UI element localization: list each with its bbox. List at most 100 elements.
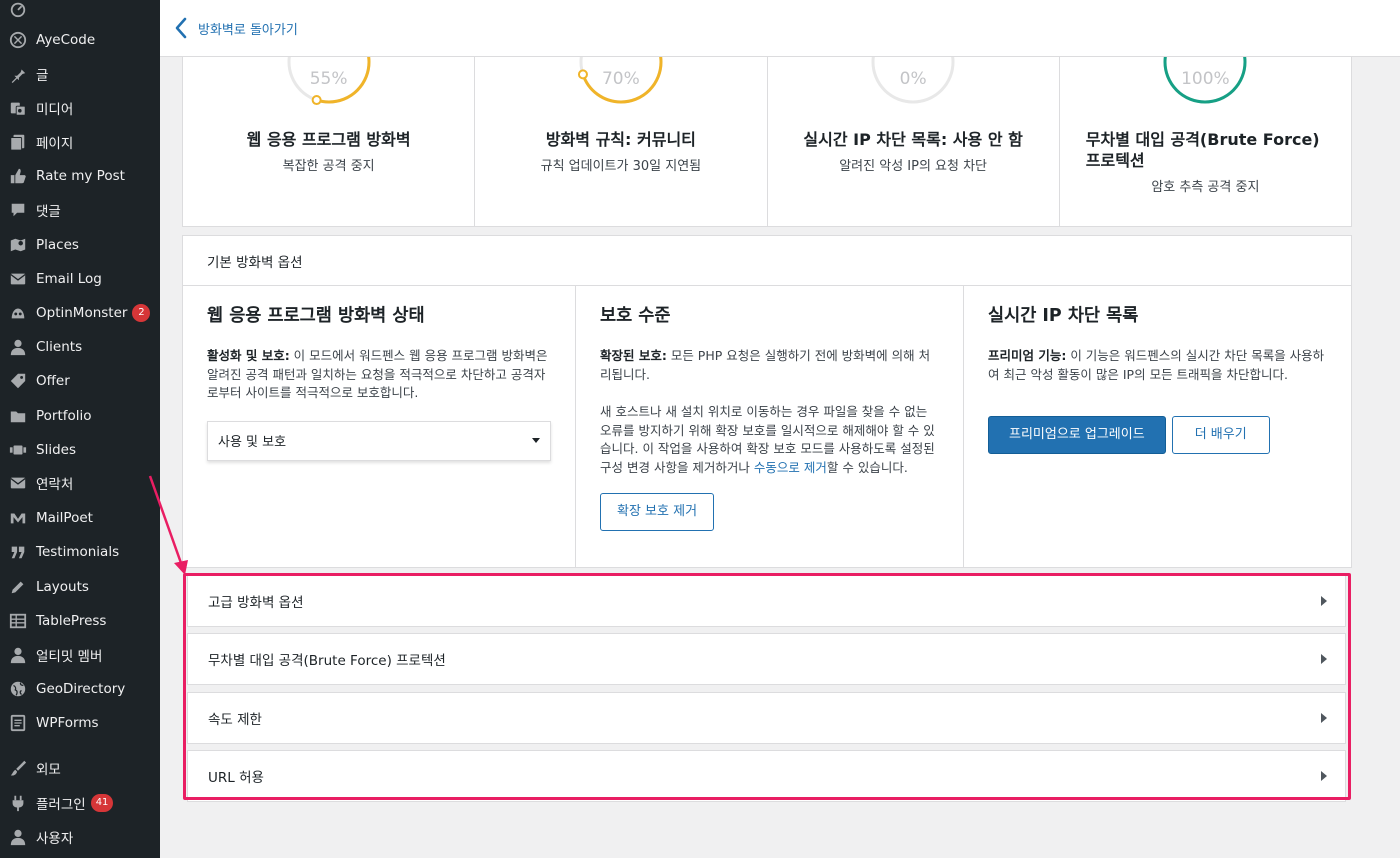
stat-subtitle: 알려진 악성 IP의 요청 차단 bbox=[839, 159, 988, 174]
pencil-icon bbox=[8, 577, 28, 597]
sidebar-item[interactable]: WPForms bbox=[0, 706, 160, 740]
progress-percent: 55% bbox=[309, 69, 348, 89]
protection-level-title: 보호 수준 bbox=[600, 306, 671, 326]
progress-ring: 70% bbox=[574, 57, 668, 109]
sidebar-item-label: Portfolio bbox=[36, 408, 92, 424]
progress-percent: 0% bbox=[899, 69, 927, 89]
sidebar-item[interactable]: OptinMonster 2 bbox=[0, 296, 160, 330]
waf-status-desc-bold: 활성화 및 보호: bbox=[207, 348, 290, 363]
protection-desc-bold: 확장된 보호: bbox=[600, 348, 667, 363]
accordion-label: 무차별 대입 공격(Brute Force) 프로텍션 bbox=[208, 653, 446, 669]
waf-status-description: 활성화 및 보호: 이 모드에서 워드펜스 웹 응용 프로그램 방화벽은 알려진… bbox=[207, 347, 551, 403]
realtime-ip-description: 프리미엄 기능: 이 기능은 워드펜스의 실시간 차단 목록을 사용하여 최근 … bbox=[988, 347, 1327, 384]
sidebar-item[interactable]: MailPoet bbox=[0, 501, 160, 535]
waf-status-column: 웹 응용 프로그램 방화벽 상태 활성화 및 보호: 이 모드에서 워드펜스 웹… bbox=[183, 286, 576, 568]
sidebar-item-label: WPForms bbox=[36, 715, 99, 731]
remove-extended-protection-button[interactable]: 확장 보호 제거 bbox=[600, 493, 715, 531]
progress-ring: 0% bbox=[866, 57, 960, 109]
email-icon bbox=[8, 473, 28, 493]
progress-percent: 100% bbox=[1181, 69, 1230, 89]
pin-icon bbox=[8, 64, 28, 84]
sidebar-item[interactable]: 플러그인 41 bbox=[0, 786, 160, 820]
update-count-badge: 2 bbox=[132, 304, 151, 322]
sidebar-item[interactable]: Portfolio bbox=[0, 399, 160, 433]
sidebar-item-label: Email Log bbox=[36, 271, 102, 287]
page-icon bbox=[8, 132, 28, 152]
email-icon bbox=[8, 269, 28, 289]
sidebar-item[interactable]: 댓글 bbox=[0, 193, 160, 227]
form-icon bbox=[8, 713, 28, 733]
caret-right-icon bbox=[1321, 713, 1327, 723]
sidebar-item-label: 얼티밋 멤버 bbox=[36, 649, 103, 665]
accordion-label: URL 허용 bbox=[208, 770, 264, 786]
sidebar-item[interactable]: 연락처 bbox=[0, 466, 160, 500]
thumbs-up-icon bbox=[8, 166, 28, 186]
basic-firewall-options-panel: 기본 방화벽 옵션 웹 응용 프로그램 방화벽 상태 활성화 및 보호: 이 모… bbox=[182, 235, 1352, 568]
sidebar-item-label: Places bbox=[36, 237, 79, 253]
stat-title: 웹 응용 프로그램 방화벽 bbox=[246, 130, 411, 149]
sidebar-item-label: Rate my Post bbox=[36, 168, 125, 184]
sidebar-item-label: Offer bbox=[36, 373, 70, 389]
stat-title: 방화벽 규칙: 커뮤니티 bbox=[545, 130, 696, 149]
globe-icon bbox=[8, 679, 28, 699]
sidebar-item-label: TablePress bbox=[36, 613, 107, 629]
sidebar-item[interactable]: 사용자 bbox=[0, 820, 160, 854]
sidebar-item[interactable]: GeoDirectory bbox=[0, 672, 160, 706]
sidebar-item[interactable]: Rate my Post bbox=[0, 159, 160, 193]
stat-card: 0% 실시간 IP 차단 목록: 사용 안 함알려진 악성 IP의 요청 차단 bbox=[768, 57, 1060, 226]
upgrade-premium-button[interactable]: 프리미엄으로 업그레이드 bbox=[988, 416, 1166, 454]
stat-card: 55% 웹 응용 프로그램 방화벽 복잡한 공격 중지 bbox=[183, 57, 476, 226]
chevron-left-icon bbox=[175, 17, 187, 39]
waf-mode-select[interactable]: 사용 및 보호 bbox=[207, 420, 551, 461]
folder-icon bbox=[8, 406, 28, 426]
sidebar-item[interactable]: Slides bbox=[0, 433, 160, 467]
accordion-rate-limiting[interactable]: 속도 제한 bbox=[187, 692, 1346, 744]
manual-remove-link[interactable]: 수동으로 제거 bbox=[754, 460, 827, 475]
stat-title: 실시간 IP 차단 목록: 사용 안 함 bbox=[803, 130, 1023, 149]
dashboard-icon bbox=[8, 0, 28, 19]
sidebar-item[interactable]: Email Log bbox=[0, 262, 160, 296]
sidebar-item[interactable]: 미디어 bbox=[0, 91, 160, 125]
sidebar-item[interactable]: AyeCode bbox=[0, 23, 160, 57]
accordion-advanced-firewall[interactable]: 고급 방화벽 옵션 bbox=[187, 575, 1346, 627]
protection-level-description: 확장된 보호: 모든 PHP 요청은 실행하기 전에 방화벽에 의해 처리됩니다… bbox=[600, 347, 939, 384]
realtime-ip-blocklist-column: 실시간 IP 차단 목록 프리미엄 기능: 이 기능은 워드펜스의 실시간 차단… bbox=[964, 286, 1351, 568]
sidebar-item[interactable]: Clients bbox=[0, 330, 160, 364]
sidebar-item[interactable]: 외모 bbox=[0, 751, 160, 785]
sidebar-item[interactable]: 글 bbox=[0, 57, 160, 91]
sidebar-item-label: 댓글 bbox=[36, 204, 61, 220]
sidebar-item[interactable]: 페이지 bbox=[0, 125, 160, 159]
mailpoet-icon bbox=[8, 508, 28, 528]
sidebar-item-label: Layouts bbox=[36, 579, 89, 595]
sidebar-item-label: Slides bbox=[36, 442, 76, 458]
sidebar-item[interactable]: TablePress bbox=[0, 604, 160, 638]
caret-right-icon bbox=[1321, 596, 1327, 606]
optinmonster-icon bbox=[8, 303, 28, 323]
sidebar-item[interactable]: Offer bbox=[0, 364, 160, 398]
accordion-allowlisted-urls[interactable]: URL 허용 bbox=[187, 750, 1346, 802]
sidebar-item-label: Clients bbox=[36, 339, 83, 355]
sidebar-item-label: OptinMonster bbox=[36, 305, 128, 321]
caret-right-icon bbox=[1321, 771, 1327, 781]
accordion-brute-force[interactable]: 무차별 대입 공격(Brute Force) 프로텍션 bbox=[187, 633, 1346, 685]
panel-heading: 기본 방화벽 옵션 bbox=[183, 236, 1351, 286]
realtime-ip-desc-bold: 프리미엄 기능: bbox=[988, 348, 1067, 363]
comment-icon bbox=[8, 200, 28, 220]
sidebar-item[interactable]: 얼티밋 멤버 bbox=[0, 638, 160, 672]
sidebar-item[interactable]: Layouts bbox=[0, 570, 160, 604]
realtime-ip-title: 실시간 IP 차단 목록 bbox=[988, 306, 1139, 326]
sidebar-item-label: 미디어 bbox=[36, 102, 74, 118]
progress-percent: 70% bbox=[601, 69, 640, 89]
top-bar: 방화벽로 돌아가기 bbox=[160, 0, 1400, 57]
sidebar-item[interactable]: Testimonials bbox=[0, 535, 160, 569]
waf-mode-select-value: 사용 및 보호 bbox=[218, 435, 287, 450]
table-icon bbox=[8, 611, 28, 631]
stat-card: 100% 무차별 대입 공격(Brute Force) 프로텍션 암호 추측 공격 … bbox=[1060, 57, 1351, 226]
progress-ring: 55% bbox=[282, 57, 376, 109]
back-link-label: 방화벽로 돌아가기 bbox=[198, 22, 298, 38]
back-to-firewall-link[interactable]: 방화벽로 돌아가기 bbox=[174, 17, 298, 39]
sidebar-item[interactable]: Places bbox=[0, 228, 160, 262]
stat-title: 무차별 대입 공격(Brute Force) 프로텍션 bbox=[1085, 130, 1320, 170]
slides-icon bbox=[8, 440, 28, 460]
learn-more-button[interactable]: 더 배우기 bbox=[1171, 416, 1270, 454]
